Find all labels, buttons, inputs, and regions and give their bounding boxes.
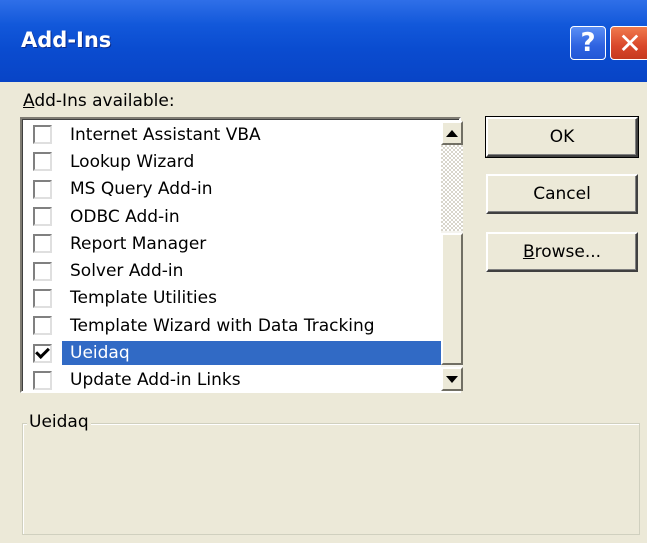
checkbox[interactable] bbox=[33, 125, 52, 145]
list-item-label: Lookup Wizard bbox=[70, 151, 195, 172]
list-item-label: Report Manager bbox=[70, 233, 207, 254]
list-item-label: Template Wizard with Data Tracking bbox=[70, 315, 375, 336]
scroll-down-button[interactable] bbox=[441, 367, 463, 391]
list-item-label: Solver Add-in bbox=[70, 261, 184, 282]
add-ins-dialog: Add-Ins ? ✕ Add-Ins available: Internet … bbox=[0, 0, 647, 543]
browse-button[interactable]: Browse... bbox=[486, 232, 638, 272]
list-item[interactable]: Template Wizard with Data Tracking bbox=[33, 312, 443, 339]
scroll-down-arrow-icon bbox=[446, 375, 458, 383]
checkbox[interactable] bbox=[33, 152, 52, 172]
add-ins-listbox[interactable]: Internet Assistant VBA Lookup Wizard MS Qu… bbox=[20, 117, 463, 394]
checkbox[interactable] bbox=[33, 370, 52, 390]
dialog-title: Add-Ins bbox=[21, 28, 112, 52]
help-button[interactable]: ? bbox=[570, 26, 606, 60]
list-item[interactable]: MS Query Add-in bbox=[33, 176, 443, 203]
checkbox[interactable] bbox=[33, 288, 52, 308]
list-item[interactable]: Internet Assistant VBA bbox=[33, 121, 443, 148]
checkbox[interactable] bbox=[33, 261, 52, 281]
scroll-up-arrow-icon bbox=[446, 129, 458, 137]
checkbox[interactable] bbox=[33, 179, 52, 199]
list-item[interactable]: Lookup Wizard bbox=[33, 148, 443, 175]
list-item[interactable]: Ueidaq bbox=[33, 339, 443, 366]
description-title: Ueidaq bbox=[27, 412, 91, 432]
scroll-up-button[interactable] bbox=[441, 121, 463, 145]
list-item-label: MS Query Add-in bbox=[70, 179, 213, 200]
checkbox[interactable] bbox=[33, 343, 52, 363]
checkbox[interactable] bbox=[33, 207, 52, 227]
add-ins-available-label: Add-Ins available: bbox=[23, 91, 175, 111]
cancel-button[interactable]: Cancel bbox=[486, 174, 638, 214]
add-ins-list: Internet Assistant VBA Lookup Wizard MS Qu… bbox=[33, 121, 443, 394]
list-item[interactable]: Solver Add-in bbox=[33, 257, 443, 284]
list-item-label: ODBC Add-in bbox=[70, 206, 180, 227]
list-item-label: Update Add-in Links bbox=[70, 370, 241, 391]
vertical-scrollbar[interactable] bbox=[441, 121, 463, 391]
checkbox[interactable] bbox=[33, 316, 52, 336]
scroll-track[interactable] bbox=[441, 145, 463, 231]
list-item-label: Template Utilities bbox=[70, 288, 217, 309]
ok-button[interactable]: OK bbox=[485, 116, 639, 158]
close-icon: ✕ bbox=[618, 26, 642, 60]
list-item[interactable]: Template Utilities bbox=[33, 285, 443, 312]
list-item[interactable]: ODBC Add-in bbox=[33, 203, 443, 230]
list-item-label: Internet Assistant VBA bbox=[70, 124, 261, 145]
scroll-thumb[interactable] bbox=[441, 233, 463, 365]
title-bar: Add-Ins ? ✕ bbox=[0, 0, 647, 82]
checkbox[interactable] bbox=[33, 234, 52, 254]
list-item[interactable]: Report Manager bbox=[33, 230, 443, 257]
list-item[interactable]: Update Add-in Links bbox=[33, 367, 443, 394]
help-icon: ? bbox=[580, 28, 596, 58]
list-item-label: Ueidaq bbox=[62, 341, 443, 366]
description-groupbox bbox=[22, 423, 640, 535]
close-button[interactable]: ✕ bbox=[610, 26, 647, 60]
